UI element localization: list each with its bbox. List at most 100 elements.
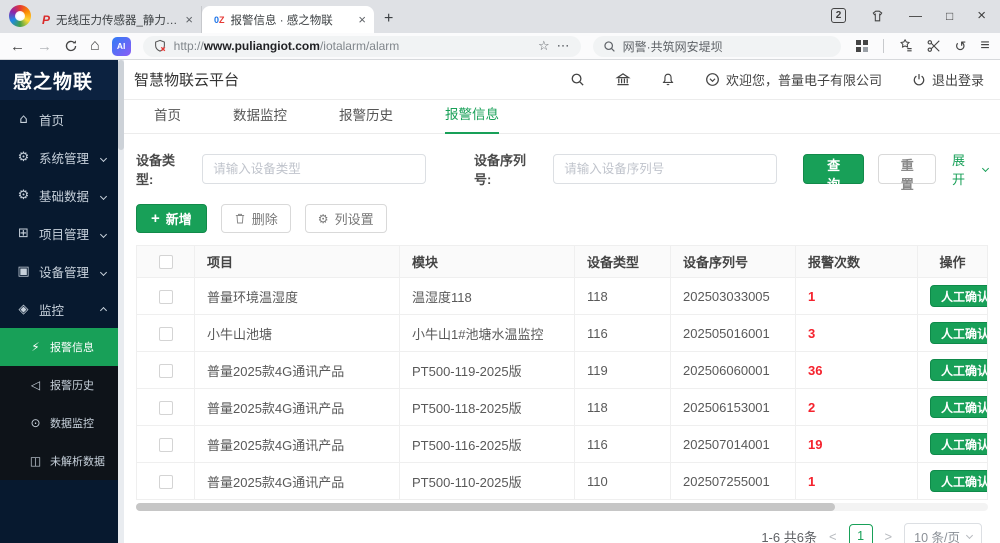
page-1-button[interactable]: 1 <box>849 524 873 543</box>
undo-icon[interactable]: ↺ <box>955 39 967 53</box>
sidebar-item-基础数据[interactable]: ⚙ 基础数据 <box>0 176 118 214</box>
cell-serial: 202505016001 <box>671 315 796 352</box>
column-header-设备序列号: 设备序列号 <box>671 246 796 278</box>
manual-confirm-button[interactable]: 人工确认 <box>930 433 988 455</box>
horizontal-scrollbar-thumb[interactable] <box>136 503 835 511</box>
browser-tab-1[interactable]: P 无线压力传感器_静力水准仪_ × <box>30 6 202 33</box>
sidebar-item-首页[interactable]: ⌂ 首页 <box>0 100 118 138</box>
tab-close-icon[interactable]: × <box>358 12 366 27</box>
row-checkbox[interactable] <box>159 401 173 415</box>
logout-button[interactable]: 退出登录 <box>912 70 984 89</box>
horizontal-scrollbar[interactable] <box>136 503 988 511</box>
sidebar-item-label: 基础数据 <box>39 186 89 205</box>
column-settings-button[interactable]: ⚙ 列设置 <box>305 204 387 233</box>
nav-tab-报警历史[interactable]: 报警历史 <box>339 104 393 133</box>
welcome-user[interactable]: 欢迎您，普量电子有限公司 <box>705 70 882 89</box>
window-close-button[interactable]: × <box>977 7 986 24</box>
logout-text: 退出登录 <box>932 70 984 89</box>
manual-confirm-button[interactable]: 人工确认 <box>930 285 988 307</box>
url-text[interactable]: http://www.puliangiot.com/iotalarm/alarm <box>174 39 531 53</box>
expand-toggle[interactable]: 展开 <box>952 150 988 188</box>
chevron-down-icon <box>101 150 106 164</box>
org-bank-icon[interactable] <box>615 72 631 87</box>
page-size-select[interactable]: 10 条/页 <box>904 523 982 543</box>
browser-logo-icon[interactable] <box>9 5 31 27</box>
manual-confirm-button[interactable]: 人工确认 <box>930 322 988 344</box>
nav-tab-数据监控[interactable]: 数据监控 <box>233 104 287 133</box>
delete-button[interactable]: 删除 <box>221 204 291 233</box>
tab-count-badge[interactable]: 2 <box>831 8 846 23</box>
sidebar-item-设备管理[interactable]: ▣ 设备管理 <box>0 252 118 290</box>
manual-confirm-button[interactable]: 人工确认 <box>930 470 988 492</box>
column-header-操作: 操作 <box>918 246 988 278</box>
cell-project: 小牛山池塘 <box>195 315 400 352</box>
sidebar-subitem-报警历史[interactable]: ◁ 报警历史 <box>0 366 118 404</box>
sidebar-item-监控[interactable]: ◈ 监控 <box>0 290 118 328</box>
row-checkbox[interactable] <box>159 327 173 341</box>
address-bar[interactable]: http://www.puliangiot.com/iotalarm/alarm… <box>143 36 581 57</box>
add-button[interactable]: +新增 <box>136 204 207 233</box>
gear-icon: ⚙ <box>318 212 329 226</box>
apps-grid-icon[interactable] <box>855 39 869 53</box>
favorites-icon[interactable] <box>898 39 913 53</box>
cell-alarm-count: 1 <box>796 278 918 315</box>
row-checkbox[interactable] <box>159 475 173 489</box>
home-icon[interactable]: ⌂ <box>90 38 100 54</box>
sidebar-subitem-报警信息[interactable]: ⚡ 报警信息 <box>0 328 118 366</box>
device-type-input[interactable] <box>202 154 426 184</box>
cell-module: 温湿度118 <box>400 278 575 315</box>
search-button[interactable]: 查 询 <box>803 154 865 184</box>
site-favicon-icon: 0Z <box>214 15 225 25</box>
content-area: 设备类型: 设备序列号: 查 询 重 置 展开 +新增 删除 ⚙ 列设置 <box>124 134 1000 543</box>
sidebar-submenu-monitor: ⚡ 报警信息◁ 报警历史⊙ 数据监控◫ 未解析数据 <box>0 328 118 480</box>
ai-assistant-icon[interactable]: AI <box>112 37 131 56</box>
menu-hamburger-icon[interactable]: ≡ <box>980 38 989 54</box>
row-checkbox[interactable] <box>159 290 173 304</box>
cell-serial: 202507255001 <box>671 463 796 500</box>
nav-tab-报警信息[interactable]: 报警信息 <box>445 103 499 134</box>
alarm-history-icon: ◁ <box>28 378 43 392</box>
forward-icon[interactable]: → <box>37 39 52 54</box>
sidebar-subitem-未解析数据[interactable]: ◫ 未解析数据 <box>0 442 118 480</box>
sidebar-item-项目管理[interactable]: ⊞ 项目管理 <box>0 214 118 252</box>
shirt-icon[interactable] <box>870 9 885 23</box>
tab-close-icon[interactable]: × <box>185 12 193 27</box>
prev-page-button[interactable]: < <box>829 529 837 543</box>
alarm-table: 项目模块设备类型设备序列号报警次数操作 普量环境温湿度 温湿度118 118 2… <box>136 245 988 500</box>
cell-device-type: 116 <box>575 315 671 352</box>
toolbar-divider <box>883 39 884 53</box>
sidebar-subitem-label: 数据监控 <box>50 415 94 431</box>
sidebar-item-系统管理[interactable]: ⚙ 系统管理 <box>0 138 118 176</box>
serial-input[interactable] <box>553 154 777 184</box>
table-row: 普量2025款4G通讯产品 PT500-116-2025版 116 202507… <box>137 426 988 463</box>
maximize-button[interactable]: □ <box>946 9 953 23</box>
reload-icon[interactable] <box>64 39 78 53</box>
header-search-icon[interactable] <box>570 72 585 87</box>
minimize-button[interactable]: — <box>909 8 922 23</box>
new-tab-button[interactable]: + <box>384 10 393 28</box>
chevron-down-icon <box>101 226 106 240</box>
browser-search-box[interactable]: 网警·共筑网安堤坝 <box>593 36 841 57</box>
manual-confirm-button[interactable]: 人工确认 <box>930 396 988 418</box>
back-icon[interactable]: ← <box>10 39 25 54</box>
row-checkbox[interactable] <box>159 364 173 378</box>
browser-tab-2-active[interactable]: 0Z 报警信息 · 感之物联 × <box>202 6 374 33</box>
browser-tab-strip: P 无线压力传感器_静力水准仪_ × 0Z 报警信息 · 感之物联 × + 2 … <box>0 0 1000 33</box>
manual-confirm-button[interactable]: 人工确认 <box>930 359 988 381</box>
reset-button[interactable]: 重 置 <box>878 154 936 184</box>
bookmark-star-icon[interactable]: ☆ <box>538 38 550 54</box>
cell-module: PT500-118-2025版 <box>400 389 575 426</box>
nav-tab-首页[interactable]: 首页 <box>154 104 181 133</box>
more-actions-icon[interactable]: ⋯ <box>557 38 571 54</box>
scissors-icon[interactable] <box>927 39 941 53</box>
row-checkbox[interactable] <box>159 438 173 452</box>
shield-insecure-icon[interactable] <box>153 39 167 53</box>
serial-label: 设备序列号: <box>474 150 543 188</box>
pagination-summary: 1-6 共6条 <box>761 527 817 543</box>
next-page-button[interactable]: > <box>885 529 893 543</box>
chevron-down-icon <box>982 164 989 171</box>
notifications-bell-icon[interactable] <box>661 72 675 87</box>
sidebar-subitem-数据监控[interactable]: ⊙ 数据监控 <box>0 404 118 442</box>
welcome-text: 欢迎您，普量电子有限公司 <box>726 70 882 89</box>
select-all-checkbox[interactable] <box>159 255 173 269</box>
